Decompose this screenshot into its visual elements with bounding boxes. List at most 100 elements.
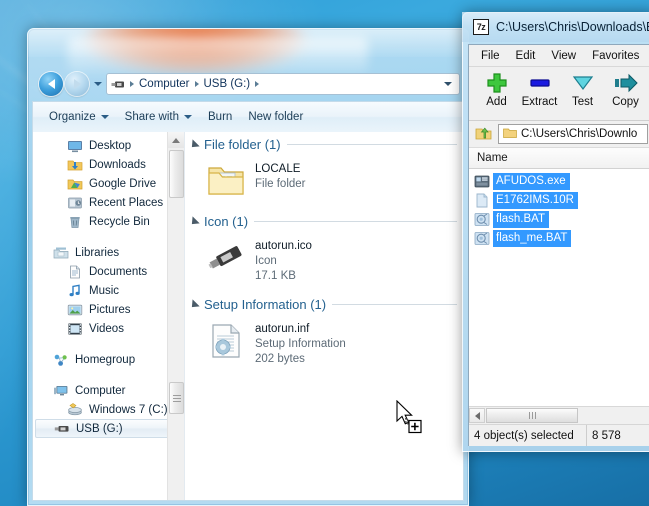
group-header-setup-information[interactable]: Setup Information (1) bbox=[185, 292, 463, 315]
new-folder-button[interactable]: New folder bbox=[240, 107, 311, 127]
7zip-title: C:\Users\Chris\Downloads\E17 bbox=[496, 20, 649, 34]
sidebar-label: Computer bbox=[75, 384, 126, 397]
sidebar-label: Music bbox=[89, 284, 120, 297]
address-bar[interactable]: Computer USB (G:) bbox=[106, 73, 460, 95]
7zip-address-field[interactable]: C:\Users\Chris\Downlo bbox=[498, 124, 648, 144]
scrollbar-thumb-top[interactable] bbox=[169, 150, 184, 198]
extract-button[interactable]: Extract bbox=[518, 72, 561, 108]
add-button[interactable]: Add bbox=[475, 72, 518, 108]
history-dropdown-icon[interactable] bbox=[94, 82, 102, 86]
sidebar-label: Downloads bbox=[89, 158, 146, 171]
7zip-toolbar: Add Extract Test Copy bbox=[469, 67, 649, 121]
list-item[interactable]: E1762IMS.10R bbox=[469, 191, 649, 210]
address-dropdown-icon[interactable] bbox=[444, 82, 452, 86]
sidebar-item-pictures[interactable]: Pictures bbox=[33, 300, 184, 319]
burn-button[interactable]: Burn bbox=[200, 107, 240, 127]
sidebar-item-homegroup[interactable]: Homegroup bbox=[33, 350, 184, 369]
sidebar-item-libraries[interactable]: Libraries bbox=[33, 243, 184, 262]
generic-file-icon bbox=[474, 193, 490, 209]
chevron-down-icon bbox=[184, 115, 193, 119]
column-name-label: Name bbox=[477, 152, 508, 164]
videos-icon bbox=[67, 321, 83, 337]
sidebar-item-recycle-bin[interactable]: Recycle Bin bbox=[33, 212, 184, 231]
new-folder-label: New folder bbox=[248, 111, 304, 123]
scroll-left-button[interactable] bbox=[469, 408, 485, 423]
7zip-file-list[interactable]: AFUDOS.exe E1762IMS.10R flash.BAT flash_… bbox=[469, 169, 649, 406]
sidebar-item-usb-g[interactable]: USB (G:) bbox=[35, 419, 180, 438]
sidebar-label: Desktop bbox=[89, 139, 132, 152]
list-item[interactable]: AFUDOS.exe bbox=[469, 172, 649, 191]
sidebar-item-google-drive[interactable]: Google Drive bbox=[33, 174, 184, 193]
file-name: autorun.inf bbox=[255, 323, 310, 335]
pictures-icon bbox=[67, 302, 83, 318]
menu-file[interactable]: File bbox=[481, 50, 500, 62]
7zip-column-header-name[interactable]: Name bbox=[469, 147, 649, 169]
menu-edit[interactable]: Edit bbox=[516, 50, 536, 62]
collapse-triangle-icon[interactable] bbox=[188, 215, 200, 228]
organize-button[interactable]: Organize bbox=[41, 107, 117, 127]
breadcrumb-computer[interactable]: Computer bbox=[137, 78, 192, 90]
group-label: Icon (1) bbox=[204, 214, 249, 229]
menu-favorites[interactable]: Favorites bbox=[592, 50, 639, 62]
folder-up-icon[interactable] bbox=[473, 124, 494, 144]
chevron-down-icon bbox=[100, 115, 109, 119]
libraries-icon bbox=[53, 245, 69, 261]
scrollbar-thumb[interactable] bbox=[486, 408, 578, 423]
bat-file-icon bbox=[474, 212, 490, 228]
file-item-autorun-ico[interactable]: autorun.ico Icon 17.1 KB bbox=[185, 232, 463, 292]
share-with-button[interactable]: Share with bbox=[117, 107, 200, 127]
group-rule bbox=[332, 304, 457, 305]
scroll-up-button[interactable] bbox=[168, 132, 184, 148]
back-button[interactable] bbox=[39, 72, 63, 96]
file-item-autorun-inf[interactable]: autorun.inf Setup Information 202 bytes bbox=[185, 315, 463, 375]
list-item[interactable]: flash.BAT bbox=[469, 210, 649, 229]
sidebar-item-recent-places[interactable]: Recent Places bbox=[33, 193, 184, 212]
windows-explorer-window[interactable]: Computer USB (G:) Organize Share with Bu… bbox=[27, 28, 469, 506]
explorer-titlebar[interactable] bbox=[27, 28, 469, 58]
navigation-pane[interactable]: Desktop Downloads Google Drive Recent Pl… bbox=[33, 132, 184, 500]
file-item-locale[interactable]: LOCALE File folder bbox=[185, 155, 463, 209]
forward-button[interactable] bbox=[65, 72, 89, 96]
thumb-grip bbox=[173, 401, 181, 402]
hard-disk-icon bbox=[67, 402, 83, 418]
scrollbar-thumb[interactable] bbox=[169, 382, 184, 414]
google-drive-icon bbox=[67, 176, 83, 192]
sidebar-item-computer[interactable]: Computer bbox=[33, 381, 184, 400]
file-name: AFUDOS.exe bbox=[493, 173, 570, 190]
group-rule bbox=[254, 221, 457, 222]
sidebar-item-videos[interactable]: Videos bbox=[33, 319, 184, 338]
7zip-horizontal-scrollbar[interactable] bbox=[469, 406, 649, 424]
sidebar-item-downloads[interactable]: Downloads bbox=[33, 155, 184, 174]
sidebar-item-music[interactable]: Music bbox=[33, 281, 184, 300]
file-type: Setup Information bbox=[255, 338, 346, 350]
file-name: flash.BAT bbox=[493, 211, 549, 228]
sidebar-item-documents[interactable]: Documents bbox=[33, 262, 184, 281]
breadcrumb-usb-drive[interactable]: USB (G:) bbox=[202, 78, 253, 90]
sidebar-label: USB (G:) bbox=[76, 422, 123, 435]
sidebar-item-desktop[interactable]: Desktop bbox=[33, 136, 184, 155]
menu-view[interactable]: View bbox=[551, 50, 576, 62]
copy-button[interactable]: Copy bbox=[604, 72, 647, 108]
test-button[interactable]: Test bbox=[561, 72, 604, 108]
file-list-pane[interactable]: File folder (1) LOCALE File folder Icon … bbox=[184, 132, 463, 500]
7zip-titlebar[interactable]: 7z C:\Users\Chris\Downloads\E17 bbox=[462, 12, 649, 42]
file-meta: LOCALE File folder bbox=[255, 159, 306, 192]
group-header-icon[interactable]: Icon (1) bbox=[185, 209, 463, 232]
group-header-file-folder[interactable]: File folder (1) bbox=[185, 132, 463, 155]
collapse-triangle-icon[interactable] bbox=[188, 298, 200, 311]
sidebar-label: Homegroup bbox=[75, 353, 136, 366]
file-size: 17.1 KB bbox=[255, 270, 296, 282]
collapse-triangle-icon[interactable] bbox=[188, 138, 200, 151]
7zip-file-manager-window[interactable]: 7z C:\Users\Chris\Downloads\E17 File Edi… bbox=[462, 12, 649, 452]
navpane-scrollbar[interactable] bbox=[167, 132, 184, 500]
desktop-icon bbox=[67, 138, 83, 154]
sidebar-label: Google Drive bbox=[89, 177, 157, 190]
folder-icon bbox=[503, 127, 517, 142]
sidebar-item-windows-7-c[interactable]: Windows 7 (C:) bbox=[33, 400, 184, 419]
documents-icon bbox=[67, 264, 83, 280]
sidebar-label: Recycle Bin bbox=[89, 215, 150, 228]
usb-drive-icon bbox=[111, 79, 125, 90]
chevron-up-icon bbox=[172, 137, 180, 143]
list-item[interactable]: flash_me.BAT bbox=[469, 229, 649, 248]
recycle-bin-icon bbox=[67, 214, 83, 230]
